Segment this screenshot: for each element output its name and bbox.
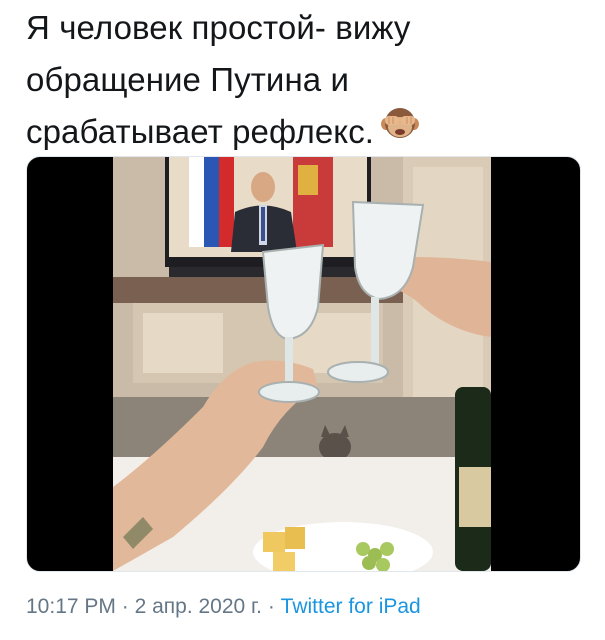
meta-separator-2: ·	[267, 595, 275, 618]
tweet-time[interactable]: 10:17 PM	[26, 595, 116, 618]
tweet-text-line-1: Я человек простой- вижу	[26, 9, 411, 46]
tweet-text-line-3: срабатывает рефлекс.	[26, 106, 586, 158]
tweet-text-line-2: обращение Путина и	[26, 61, 350, 98]
tweet-media[interactable]	[26, 156, 581, 572]
see-no-evil-monkey-icon	[380, 104, 420, 157]
tweet-source-link[interactable]: Twitter for iPad	[281, 595, 421, 618]
meta-separator: ·	[121, 595, 129, 618]
media-photo[interactable]	[113, 157, 491, 571]
tweet-text: Я человек простой- вижу обращение Путина…	[26, 2, 586, 158]
tweet-text-line-3-text: срабатывает рефлекс.	[26, 113, 375, 150]
tweet-meta: 10:17 PM · 2 апр. 2020 г. · Twitter for …	[26, 595, 421, 619]
tweet-date[interactable]: 2 апр. 2020 г.	[135, 595, 262, 618]
